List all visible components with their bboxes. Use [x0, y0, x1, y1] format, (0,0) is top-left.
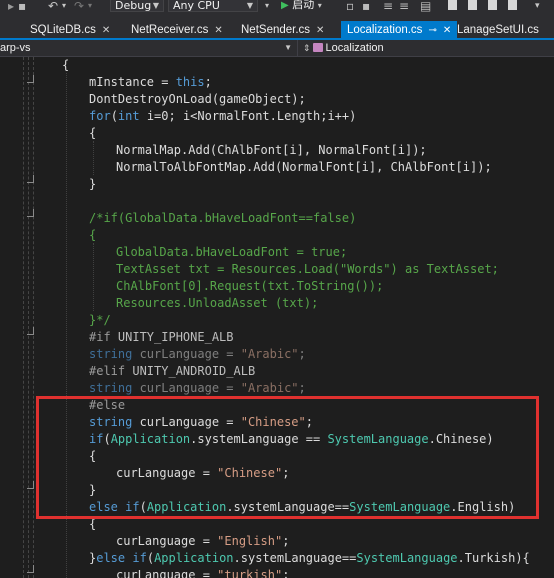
- project-name: arp-vs: [0, 42, 31, 54]
- close-icon[interactable]: ✕: [316, 25, 324, 36]
- code-line-23: if(Application.systemLanguage == SystemL…: [89, 432, 494, 446]
- project-dropdown[interactable]: arp-vs ▼: [0, 40, 298, 56]
- comment-icon[interactable]: ▤: [420, 0, 431, 14]
- toolbar-grip-icon: ▸: [8, 0, 15, 13]
- type-glyph-icon: ⇕: [303, 43, 311, 53]
- code-line-8: }: [89, 177, 97, 191]
- code-line-28: {: [89, 517, 97, 531]
- undo-icon[interactable]: ↶: [48, 0, 58, 14]
- outdent-icon[interactable]: ≡: [399, 0, 409, 14]
- code-line-17: #if UNITY_IPHONE_ALB: [89, 330, 234, 344]
- code-line-29: curLanguage = "English";: [116, 534, 290, 548]
- tab-label: NetSender.cs: [241, 24, 311, 36]
- code-editor[interactable]: { mInstance = this; DontDestroyOnLoad(ga…: [0, 57, 554, 578]
- tab-label: LanageSetUI.cs: [457, 24, 539, 36]
- navigation-bar: arp-vs ▼ ⇕ Localization: [0, 40, 554, 57]
- collapse-marker[interactable]: [27, 565, 34, 573]
- code-line-4: for(int i=0; i<NormalFont.Length;i++): [89, 109, 357, 123]
- collapse-marker[interactable]: [27, 75, 34, 83]
- undo-dropdown-icon[interactable]: ▾: [62, 0, 66, 14]
- indent-guide: [93, 243, 94, 311]
- code-line-12: GlobalData.bHaveLoadFont = true;: [116, 245, 348, 259]
- code-line-10: /*if(GlobalData.bHaveLoadFont==false): [89, 211, 357, 225]
- code-line-31: curLanguage = "turkish";: [116, 568, 290, 578]
- platform-extra-caret-icon[interactable]: ▾: [265, 0, 269, 14]
- toolbar-overflow-icon[interactable]: ▾: [535, 0, 540, 14]
- code-line-11: {: [89, 228, 97, 242]
- close-icon[interactable]: ✕: [102, 25, 110, 36]
- code-line-7: NormalToAlbFontMap.Add(NormalFont[i], Ch…: [116, 160, 492, 174]
- tab-localization[interactable]: Localization.cs ⊸ ✕: [341, 21, 458, 40]
- start-button[interactable]: ▶ 启动 ▾: [281, 0, 322, 13]
- outline-guide: [23, 57, 24, 578]
- code-line-30: }else if(Application.systemLanguage==Sys…: [89, 551, 530, 565]
- code-line-26: }: [89, 483, 97, 497]
- tab-lanagesetui[interactable]: LanageSetUI.cs: [457, 21, 539, 40]
- code-line-24: {: [89, 449, 97, 463]
- code-line-18: string curLanguage = "Arabic";: [89, 347, 306, 361]
- pin-icon[interactable]: ⊸: [428, 25, 436, 36]
- code-line-3: DontDestroyOnLoad(gameObject);: [89, 92, 306, 106]
- code-line-21: #else: [89, 398, 126, 412]
- code-line-2: mInstance = this;: [89, 75, 212, 89]
- code-line-1: {: [62, 58, 70, 72]
- bookmark-prev-icon[interactable]: [468, 0, 477, 10]
- indent-guide: [66, 73, 67, 578]
- tab-label: NetReceiver.cs: [131, 24, 209, 36]
- start-label: 启动: [292, 0, 315, 11]
- code-line-20: string curLanguage = "Arabic";: [89, 381, 306, 395]
- bookmark-clear-icon[interactable]: [508, 0, 517, 10]
- indent-guide: [93, 141, 94, 175]
- code-line-27: else if(Application.systemLanguage==Syst…: [89, 500, 516, 514]
- platform-value: Any CPU: [173, 0, 220, 12]
- bookmark-icon[interactable]: [448, 0, 457, 10]
- step-icon[interactable]: ▫: [346, 0, 354, 14]
- code-line-6: NormalMap.Add(ChAlbFont[i], NormalFont[i…: [116, 143, 427, 157]
- code-line-22: string curLanguage = "Chinese";: [89, 415, 313, 429]
- close-icon[interactable]: ✕: [443, 25, 451, 36]
- outline-guide: [28, 57, 29, 578]
- play-icon: ▶: [281, 0, 289, 11]
- toolbar: ▸ ▪ ↶ ▾ ↷ ▾ Debug ▼ Any CPU ▼ ▾ ▶ 启动 ▾ ▫…: [0, 0, 554, 14]
- type-dropdown[interactable]: ⇕ Localization: [303, 40, 384, 56]
- redo-dropdown-icon[interactable]: ▾: [88, 0, 92, 14]
- dropdown-caret-icon: ▼: [284, 43, 292, 52]
- platform-dropdown[interactable]: Any CPU ▼: [168, 0, 258, 12]
- dropdown-caret-icon: ▼: [246, 1, 253, 10]
- code-line-5: {: [89, 126, 97, 140]
- code-line-16: }*/: [89, 313, 111, 327]
- tab-netreceiver[interactable]: NetReceiver.cs ✕: [131, 21, 223, 40]
- type-name: Localization: [325, 42, 384, 54]
- collapse-marker[interactable]: [27, 175, 34, 183]
- bookmark-next-icon[interactable]: [488, 0, 497, 10]
- dropdown-caret-icon: ▼: [152, 1, 159, 10]
- start-dropdown-icon: ▾: [317, 1, 322, 10]
- outline-guide: [33, 57, 34, 578]
- document-tab-bar: SQLiteDB.cs ✕ NetReceiver.cs ✕ NetSender.c…: [0, 14, 554, 40]
- tab-sqlitedb[interactable]: SQLiteDB.cs ✕: [30, 21, 110, 40]
- collapse-marker[interactable]: [27, 481, 34, 489]
- configuration-dropdown[interactable]: Debug ▼: [110, 0, 164, 12]
- tab-label: Localization.cs: [347, 24, 423, 36]
- collapse-marker[interactable]: [27, 209, 34, 217]
- code-line-25: curLanguage = "Chinese";: [116, 466, 290, 480]
- toolbar-file-icon[interactable]: ▪: [18, 0, 26, 14]
- code-line-13: TextAsset txt = Resources.Load("Words") …: [116, 262, 499, 276]
- indent-icon[interactable]: ≡: [383, 0, 393, 14]
- close-icon[interactable]: ✕: [214, 25, 222, 36]
- configuration-value: Debug: [115, 0, 152, 12]
- tab-label: SQLiteDB.cs: [30, 24, 96, 36]
- code-line-15: Resources.UnloadAsset (txt);: [116, 296, 319, 310]
- class-icon: [312, 43, 323, 52]
- collapse-marker[interactable]: [27, 327, 34, 335]
- code-line-14: ChAlbFont[0].Request(txt.ToString());: [116, 279, 384, 293]
- code-line-19: #elif UNITY_ANDROID_ALB: [89, 364, 256, 378]
- breakpoint-icon[interactable]: ▪: [362, 0, 370, 14]
- tab-netsender[interactable]: NetSender.cs ✕: [241, 21, 324, 40]
- redo-icon[interactable]: ↷: [74, 0, 84, 14]
